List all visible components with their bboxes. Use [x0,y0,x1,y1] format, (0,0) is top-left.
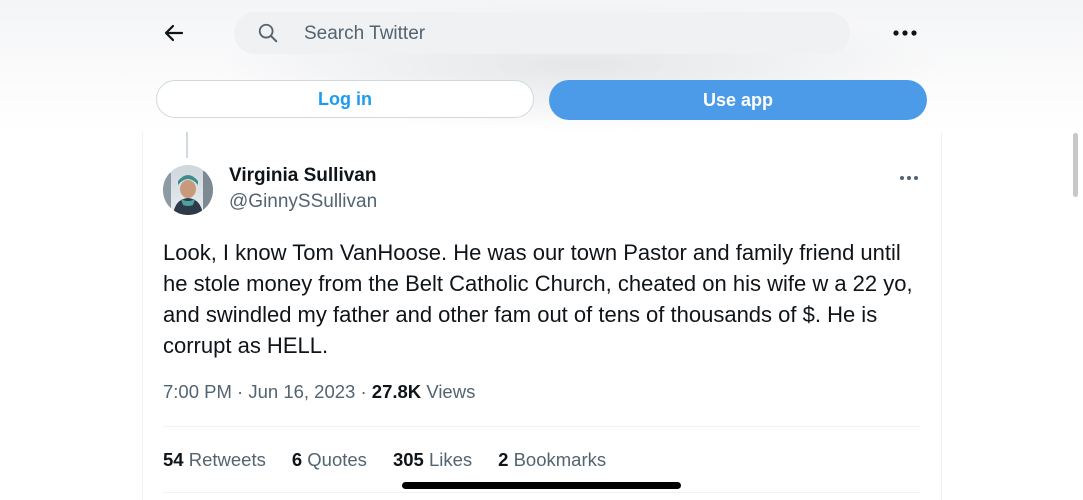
stat-label: Likes [428,449,473,470]
divider [163,492,920,493]
tweet-stats: 54 Retweets 6 Quotes 305 Likes 2 Bookmar… [163,449,606,471]
use-app-button[interactable]: Use app [549,80,927,120]
views-count: 27.8K [371,381,422,402]
page: Log in Use app Virginia Sullivan @GinnyS… [0,0,1083,500]
stat-bookmarks[interactable]: 2 Bookmarks [498,449,606,471]
more-options-button[interactable] [888,22,922,44]
author-handle[interactable]: @GinnySSullivan [229,191,377,213]
tweet-meta: 7:00 PM · Jun 16, 2023 · 27.8K Views [163,381,475,403]
arrow-left-icon [164,24,184,42]
tweet-date[interactable]: Jun 16, 2023 [248,381,355,402]
views-label: Views [426,381,476,402]
back-button[interactable] [160,19,188,47]
tweet-text: Look, I know Tom VanHoose. He was our to… [163,240,913,358]
home-indicator[interactable] [402,482,681,489]
stat-likes[interactable]: 305 Likes [393,449,472,471]
tweet-time[interactable]: 7:00 PM [163,381,232,402]
search-icon [258,23,278,43]
divider [163,426,920,427]
login-button[interactable]: Log in [156,80,534,118]
stat-label: Retweets [188,449,266,470]
search-bar[interactable] [234,12,850,54]
meta-separator: · [237,381,244,402]
stat-label: Bookmarks [513,449,607,470]
stat-count: 305 [392,449,424,470]
avatar-image [163,165,213,215]
stat-count: 54 [163,449,184,470]
stat-count: 2 [498,449,509,470]
avatar[interactable] [163,165,213,215]
thread-connector-line [186,132,188,158]
stat-count: 6 [291,449,303,470]
more-horizontal-icon [893,30,917,36]
search-input[interactable] [302,20,826,48]
stat-label: Quotes [307,449,367,470]
stat-quotes[interactable]: 6 Quotes [292,449,367,471]
meta-separator: · [360,381,367,402]
scrollbar[interactable] [1073,133,1078,197]
stat-retweets[interactable]: 54 Retweets [163,449,266,471]
more-horizontal-icon [900,176,918,180]
tweet-more-button[interactable] [895,168,923,188]
author-name[interactable]: Virginia Sullivan [229,165,376,187]
